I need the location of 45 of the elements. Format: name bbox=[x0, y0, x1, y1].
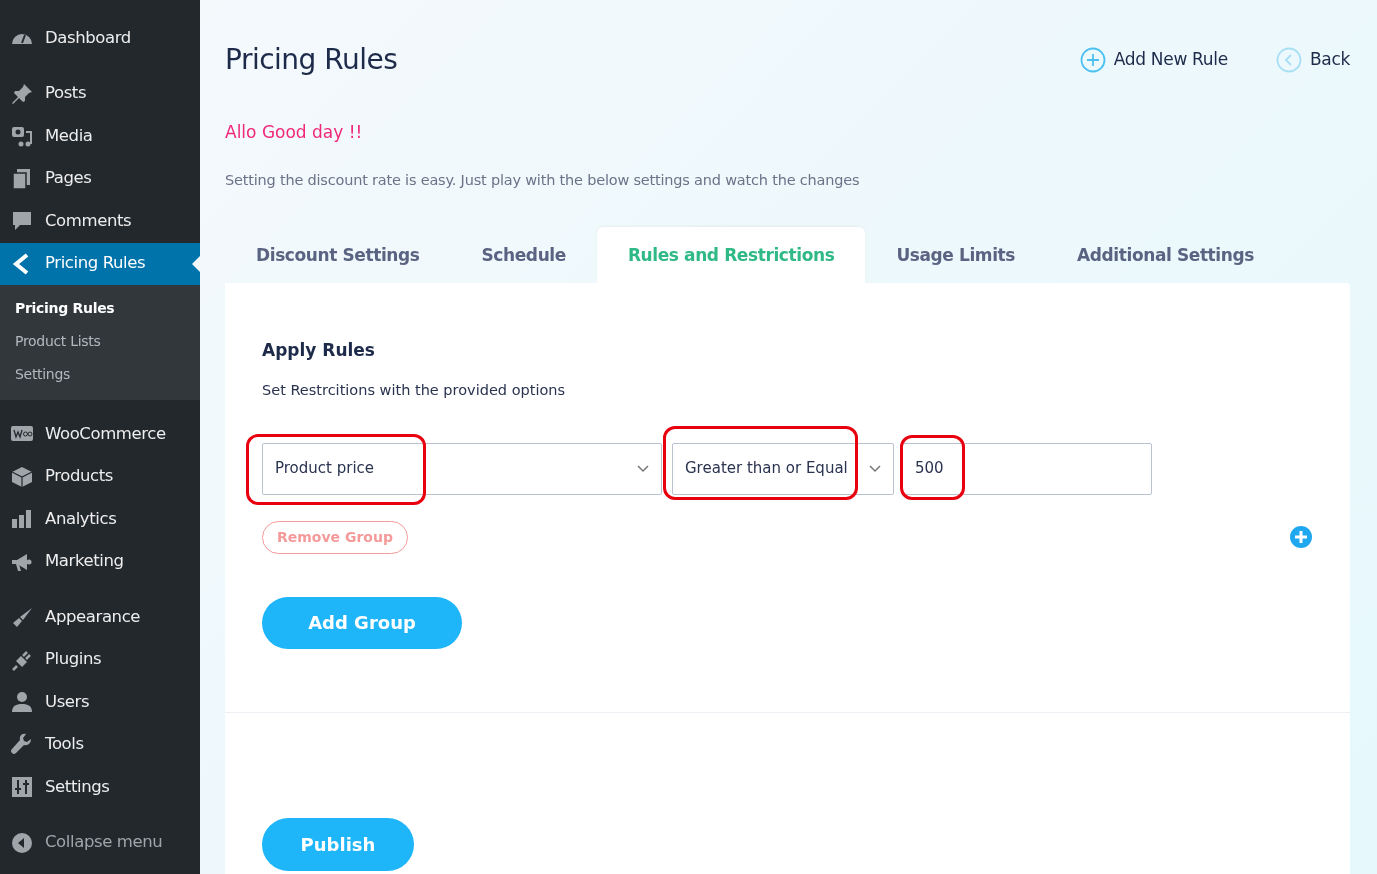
select-field[interactable]: Greater than or Equal bbox=[672, 442, 894, 495]
sidebar-item[interactable]: Appearance bbox=[0, 596, 200, 639]
sidebar-item[interactable]: Pricing Rules bbox=[0, 242, 200, 285]
box-icon bbox=[10, 464, 34, 489]
wrench-icon bbox=[10, 732, 34, 757]
section-heading: Apply Rules bbox=[262, 339, 376, 363]
media-icon bbox=[10, 124, 34, 149]
chevron-down-icon bbox=[869, 464, 881, 473]
input-field[interactable]: 500 bbox=[902, 442, 1152, 495]
tab[interactable]: Usage Limits bbox=[865, 227, 1047, 284]
sliders-icon bbox=[10, 775, 34, 800]
description-text: Setting the discount rate is easy. Just play with the below settings and watch the changes bbox=[225, 170, 861, 190]
back-circle-icon bbox=[1275, 47, 1302, 73]
sidebar-item[interactable]: Users bbox=[0, 681, 200, 724]
tab[interactable]: Discount Settings bbox=[225, 227, 451, 284]
user-icon bbox=[10, 690, 34, 715]
sidebar-item[interactable]: Comments bbox=[0, 200, 200, 243]
sidebar-item[interactable]: Tools bbox=[0, 723, 200, 766]
sidebar-item[interactable]: Pages bbox=[0, 157, 200, 200]
sidebar-item[interactable]: Media bbox=[0, 115, 200, 158]
collapse-menu-button[interactable]: Collapse menu bbox=[0, 821, 200, 864]
plus-circle-icon bbox=[1079, 47, 1106, 73]
section-subheading: Set Restrcitions with the provided options bbox=[262, 380, 567, 400]
sidebar-item[interactable]: Marketing bbox=[0, 540, 200, 583]
submenu-item[interactable]: Pricing Rules bbox=[0, 292, 200, 325]
tab[interactable]: Additional Settings bbox=[1046, 227, 1285, 284]
select-field[interactable]: Product price bbox=[262, 442, 662, 495]
sidebar-item[interactable]: Analytics bbox=[0, 498, 200, 541]
add-new-rule-link[interactable]: Add New Rule bbox=[1079, 47, 1228, 73]
greeting-text: Allo Good day !! bbox=[225, 121, 364, 144]
sidebar-item[interactable]: Products bbox=[0, 455, 200, 498]
sidebar-item[interactable]: Posts bbox=[0, 72, 200, 115]
sidebar-item[interactable]: Dashboard bbox=[0, 17, 200, 60]
sidebar-item[interactable]: Plugins bbox=[0, 638, 200, 681]
add-icon[interactable] bbox=[1289, 525, 1313, 549]
pin-icon bbox=[10, 81, 34, 106]
collapse-icon bbox=[10, 830, 34, 855]
back-link[interactable]: Back bbox=[1275, 47, 1350, 73]
sidebar-item[interactable]: Settings bbox=[0, 766, 200, 809]
tab[interactable]: Schedule bbox=[450, 227, 597, 284]
sidebar-item[interactable]: WooCommerce bbox=[0, 413, 200, 456]
submenu-item[interactable]: Product Lists bbox=[0, 325, 200, 358]
page-title: Pricing Rules bbox=[225, 43, 398, 77]
chevron-down-icon bbox=[637, 464, 649, 473]
submenu-item[interactable]: Settings bbox=[0, 358, 200, 391]
